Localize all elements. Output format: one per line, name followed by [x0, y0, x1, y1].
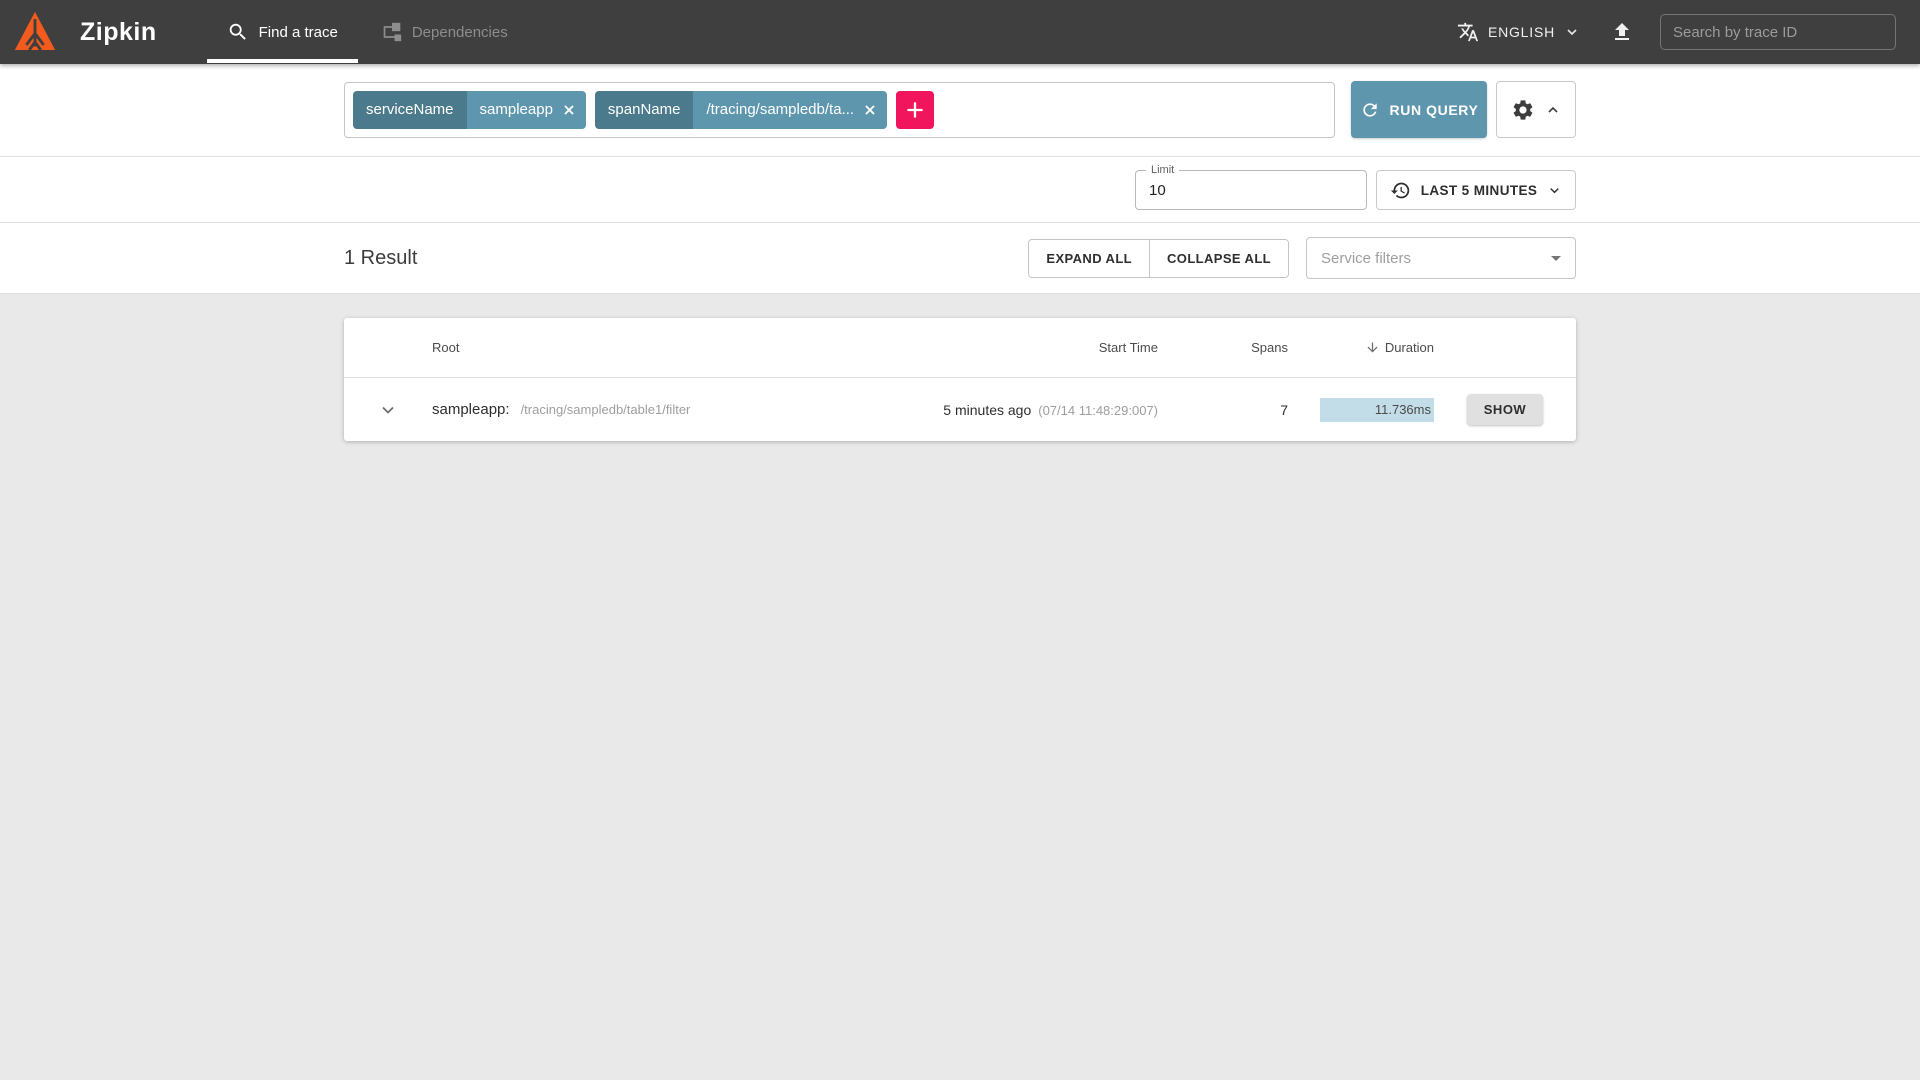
chevron-down-icon — [1547, 183, 1562, 198]
tab-dependencies[interactable]: Dependencies — [360, 0, 530, 64]
plus-icon — [905, 100, 925, 120]
refresh-icon — [1360, 100, 1380, 120]
search-criteria-box[interactable]: serviceName sampleapp spanName /tracing/… — [344, 82, 1335, 138]
limit-input[interactable] — [1136, 171, 1366, 209]
lookback-button[interactable]: LAST 5 MINUTES — [1376, 170, 1576, 210]
duration-bar: 11.736ms — [1320, 398, 1434, 422]
start-time-relative: 5 minutes ago — [943, 402, 1031, 418]
add-criterion-button[interactable] — [896, 91, 934, 129]
zipkin-app: Zipkin Find a trace Dependencies — [0, 0, 1920, 441]
chip-key: serviceName — [353, 91, 467, 129]
dependencies-icon — [382, 22, 402, 42]
query-section: serviceName sampleapp spanName /tracing/… — [0, 64, 1920, 294]
main-nav: Find a trace Dependencies — [205, 0, 530, 64]
expand-all-button[interactable]: EXPAND ALL — [1029, 240, 1149, 277]
sort-descending-icon — [1365, 340, 1380, 355]
limit-field[interactable]: Limit — [1135, 170, 1367, 210]
start-time-cell: 5 minutes ago (07/14 11:48:29:007) — [933, 402, 1158, 418]
query-row: serviceName sampleapp spanName /tracing/… — [0, 64, 1920, 157]
dropdown-caret-icon — [1551, 256, 1561, 261]
language-selector[interactable]: ENGLISH — [1457, 0, 1580, 64]
trace-id-search-input[interactable] — [1660, 14, 1896, 50]
chevron-down-icon — [1564, 24, 1580, 40]
run-query-button[interactable]: RUN QUERY — [1351, 81, 1487, 138]
service-filters-placeholder: Service filters — [1321, 250, 1551, 267]
language-label: ENGLISH — [1488, 24, 1555, 40]
table-row[interactable]: sampleapp: /tracing/sampledb/table1/filt… — [344, 378, 1576, 441]
header-spacer — [530, 0, 1457, 64]
tab-find-a-trace-label: Find a trace — [259, 24, 338, 41]
results-toolbar: 1 Result EXPAND ALL COLLAPSE ALL Service… — [0, 223, 1920, 294]
remove-criterion-icon[interactable] — [863, 103, 877, 117]
trace-search-wrap — [1660, 0, 1896, 64]
column-header-start-time: Start Time — [933, 340, 1158, 355]
search-icon — [227, 21, 249, 43]
root-cell: sampleapp: /tracing/sampledb/table1/filt… — [432, 401, 933, 418]
chip-value: /tracing/sampledb/ta... — [706, 101, 854, 118]
result-count: 1 Result — [344, 247, 417, 270]
app-header: Zipkin Find a trace Dependencies — [0, 0, 1920, 64]
span-path: /tracing/sampledb/table1/filter — [521, 402, 691, 417]
tab-find-a-trace[interactable]: Find a trace — [205, 0, 360, 64]
lookback-label: LAST 5 MINUTES — [1421, 183, 1538, 198]
query-settings-button[interactable] — [1496, 81, 1576, 138]
criterion-chip-servicename[interactable]: serviceName sampleapp — [353, 91, 586, 129]
chip-key: spanName — [595, 91, 694, 129]
remove-criterion-icon[interactable] — [562, 103, 576, 117]
table-header-row: Root Start Time Spans Duration — [344, 318, 1576, 378]
zipkin-logo — [0, 0, 58, 64]
show-trace-button[interactable]: SHOW — [1467, 394, 1543, 425]
results-area: Root Start Time Spans Duration — [0, 294, 1920, 441]
column-header-spans: Spans — [1158, 340, 1288, 355]
app-title: Zipkin — [80, 18, 157, 47]
history-icon — [1390, 180, 1411, 201]
zipkin-logo-icon — [12, 9, 58, 55]
limit-label: Limit — [1146, 164, 1179, 176]
upload-trace-button[interactable] — [1610, 0, 1634, 64]
expand-row-button[interactable] — [344, 400, 432, 420]
gear-icon — [1511, 98, 1535, 122]
duration-cell: 11.736ms — [1288, 398, 1434, 422]
spans-count: 7 — [1158, 402, 1288, 418]
chip-value: sampleapp — [480, 101, 553, 118]
run-query-label: RUN QUERY — [1390, 102, 1479, 118]
translate-icon — [1457, 21, 1479, 43]
column-header-duration[interactable]: Duration — [1288, 340, 1434, 355]
limit-row: Limit LAST 5 MINUTES — [0, 157, 1920, 223]
action-cell: SHOW — [1434, 394, 1576, 425]
upload-icon — [1610, 20, 1634, 44]
expand-collapse-group: EXPAND ALL COLLAPSE ALL — [1028, 239, 1289, 278]
tab-dependencies-label: Dependencies — [412, 24, 508, 41]
results-controls: EXPAND ALL COLLAPSE ALL Service filters — [1028, 237, 1576, 279]
collapse-all-button[interactable]: COLLAPSE ALL — [1149, 240, 1288, 277]
chevron-down-icon — [378, 400, 398, 420]
column-header-root: Root — [432, 340, 933, 355]
start-time-absolute: (07/14 11:48:29:007) — [1038, 403, 1158, 418]
service-filters-select[interactable]: Service filters — [1306, 237, 1576, 279]
chevron-up-icon — [1545, 102, 1561, 118]
service-name: sampleapp: — [432, 401, 510, 418]
criterion-chip-spanname[interactable]: spanName /tracing/sampledb/ta... — [595, 91, 887, 129]
results-table-card: Root Start Time Spans Duration — [344, 318, 1576, 441]
